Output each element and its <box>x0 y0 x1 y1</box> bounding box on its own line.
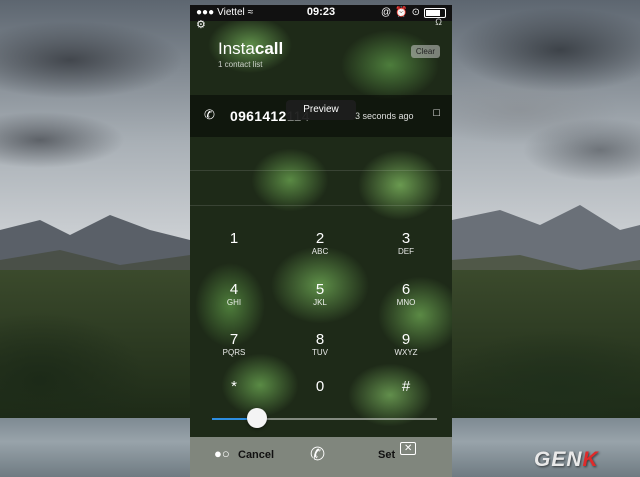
keypad-key[interactable]: 9 WXYZ <box>376 331 436 358</box>
key-digit: 5 <box>315 281 325 298</box>
lock-icon: ⊙ <box>411 7 420 18</box>
keypad-key[interactable]: # <box>376 378 436 395</box>
key-digit: 2 <box>315 230 325 247</box>
app-title-light: Insta <box>218 39 255 58</box>
alarm-icon: ⏰ <box>395 7 408 18</box>
key-letters: MNO <box>396 298 416 307</box>
set-button[interactable]: Set <box>378 449 395 461</box>
keypad-key[interactable]: 3 DEF <box>376 230 436 257</box>
keypad-key[interactable]: 7 PQRS <box>204 331 264 358</box>
watermark-logo: GENK <box>534 448 599 472</box>
key-digit: 8 <box>315 331 325 348</box>
keypad-key[interactable]: 1 <box>204 230 264 247</box>
recent-time-ago: 3 seconds ago <box>355 111 414 121</box>
app-title: Instacall <box>218 39 283 59</box>
key-letters: PQRS <box>222 348 246 357</box>
bottom-bar: ●○ Cancel ✆ Set ✕ <box>190 437 452 477</box>
watermark-accent: K <box>582 448 599 471</box>
key-digit: 7 <box>229 331 239 348</box>
divider <box>190 170 452 171</box>
slider-knob[interactable] <box>247 408 267 428</box>
status-bar: ●●● Viettel ≈ 09:23 @ ⏰ ⊙ <box>190 5 452 21</box>
keypad-key[interactable]: 0 <box>290 378 350 395</box>
at-icon: @ <box>381 7 392 18</box>
phone-icon: ✆ <box>204 107 215 122</box>
cancel-button[interactable]: Cancel <box>238 449 274 461</box>
key-digit: 3 <box>401 230 411 247</box>
key-letters: JKL <box>313 298 327 307</box>
keypad-key[interactable]: 5 JKL <box>290 281 350 308</box>
contacts-icon[interactable]: ●○ <box>214 446 230 461</box>
key-letters: ABC <box>311 247 329 256</box>
clear-button[interactable]: Clear <box>410 45 440 58</box>
call-icon[interactable]: ✆ <box>310 444 325 465</box>
key-letters: TUV <box>312 348 328 357</box>
key-digit: # <box>401 378 411 395</box>
key-digit: * <box>231 378 237 395</box>
key-digit: 9 <box>401 331 411 348</box>
key-letters: WXYZ <box>394 348 418 357</box>
gear-icon[interactable]: ⚙ <box>196 18 206 31</box>
preview-tooltip: Preview <box>286 100 356 120</box>
watermark-main: GEN <box>534 448 583 471</box>
person-icon[interactable]: Ω <box>435 17 442 27</box>
keypad-key[interactable]: 8 TUV <box>290 331 350 358</box>
divider <box>190 205 452 206</box>
app-title-bold: call <box>254 39 284 58</box>
key-digit: 0 <box>315 378 325 395</box>
keypad-key[interactable]: 2 ABC <box>290 230 350 257</box>
backspace-icon[interactable]: ✕ <box>400 442 417 455</box>
battery-icon <box>424 7 446 18</box>
contacts-count: 1 contact list <box>218 60 263 69</box>
key-digit: 6 <box>401 281 411 298</box>
recent-number-main: 0961412 <box>230 108 287 124</box>
key-digit: 4 <box>229 281 239 298</box>
keypad-key[interactable]: 6 MNO <box>376 281 436 308</box>
key-letters: GHI <box>226 298 242 307</box>
keypad-key[interactable]: * <box>204 378 264 395</box>
key-letters: DEF <box>398 247 414 256</box>
message-icon[interactable]: □ <box>433 107 440 119</box>
phone-screen: ●●● Viettel ≈ 09:23 @ ⏰ ⊙ ⚙ Ω Instacall … <box>190 5 452 477</box>
keypad-key[interactable]: 4 GHI <box>204 281 264 308</box>
key-digit: 1 <box>229 230 239 247</box>
